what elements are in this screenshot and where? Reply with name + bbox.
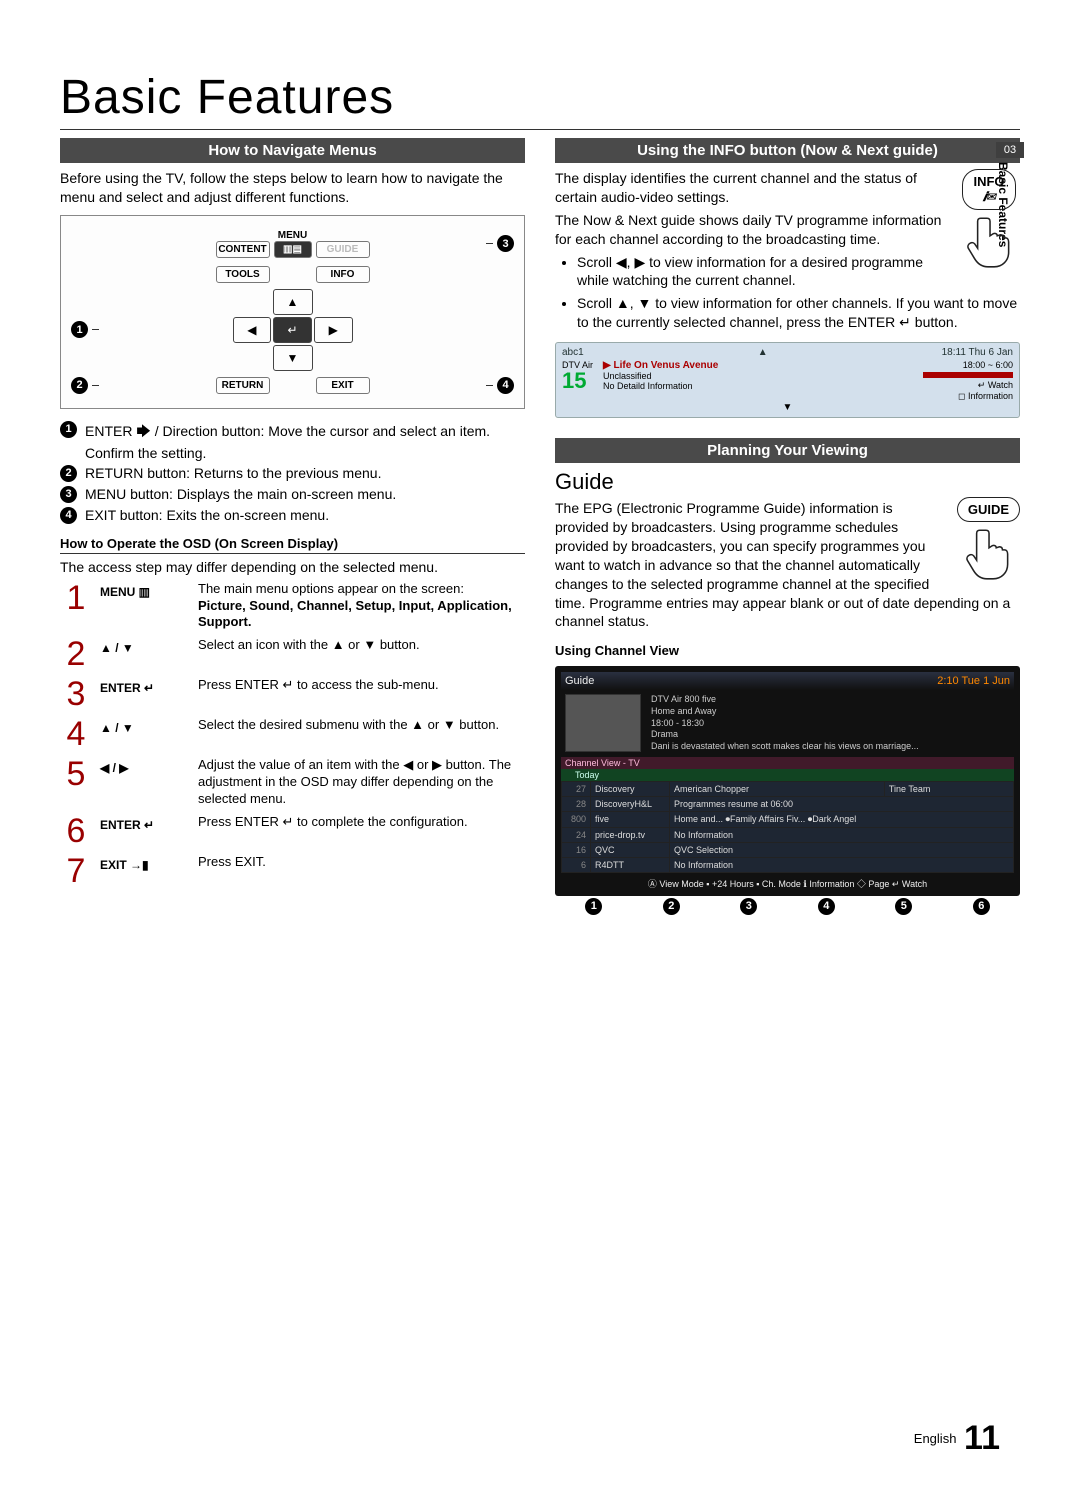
- callout-2: RETURN button: Returns to the previous m…: [85, 465, 381, 481]
- callout-3: MENU button: Displays the main on-screen…: [85, 486, 396, 502]
- gf-view-label: Channel View - TV: [561, 757, 1014, 769]
- table-row: 24price-drop.tvNo Information: [562, 827, 1014, 842]
- osd-heading: How to Operate the OSD (On Screen Displa…: [60, 536, 525, 554]
- info-badge: INFO𝒊✉: [962, 169, 1015, 210]
- hand-icon: [958, 210, 1020, 272]
- guide-figure: Guide 2:10 Tue 1 Jun DTV Air 800 five Ho…: [555, 666, 1020, 895]
- guide-paragraph: The EPG (Electronic Programme Guide) inf…: [555, 499, 1020, 631]
- osd-steps: 1MENU ▥ The main menu options appear on …: [60, 581, 525, 888]
- gf-prog-desc: Dani is devastated when scott makes clea…: [651, 741, 919, 753]
- guide-badge: GUIDE: [957, 497, 1020, 522]
- nav-intro: Before using the TV, follow the steps be…: [60, 169, 525, 207]
- callout-2-icon: 2: [71, 377, 88, 394]
- callout-4-icon: 4: [497, 377, 514, 394]
- remote-figure: MENU CONTENT ▥▤ GUIDE 3 TOOLS INFO: [60, 215, 525, 409]
- nn-programme: ▶ Life On Venus Avenue: [603, 360, 913, 371]
- info-bullet-1: Scroll ◀, ▶ to view information for a de…: [577, 253, 1020, 291]
- table-row: 16QVCQVC Selection: [562, 842, 1014, 857]
- menu-button: ▥▤: [274, 241, 312, 258]
- section-band-navigate: How to Navigate Menus: [60, 138, 525, 163]
- nn-watch: ↵ Watch: [923, 380, 1013, 391]
- dpad-down-icon: ▼: [273, 345, 313, 371]
- guide-heading: Guide: [555, 469, 1020, 495]
- info-para-2: The Now & Next guide shows daily TV prog…: [555, 211, 1020, 249]
- page-title: Basic Features: [60, 70, 1020, 125]
- tools-button: TOOLS: [216, 266, 270, 283]
- content-button: CONTENT: [216, 241, 270, 258]
- now-next-panel: abc1 ▲ 18:11 Thu 6 Jan DTV Air 15 ▶ Life…: [555, 342, 1020, 418]
- dpad-enter-icon: ↵: [273, 317, 312, 343]
- dpad-up-icon: ▲: [273, 289, 313, 315]
- table-row: 27DiscoveryAmerican ChopperTine Team: [562, 781, 1014, 796]
- callout-4: EXIT button: Exits the on-screen menu.: [85, 507, 329, 523]
- left-column: How to Navigate Menus Before using the T…: [60, 138, 525, 915]
- page-number: 11: [964, 1419, 1000, 1457]
- right-column: Using the INFO button (Now & Next guide)…: [555, 138, 1020, 915]
- page-footer: English 11: [914, 1419, 1000, 1458]
- return-button: RETURN: [216, 377, 270, 394]
- table-row: 28DiscoveryH&LProgrammes resume at 06:00: [562, 796, 1014, 811]
- preview-thumbnail: [565, 694, 641, 752]
- dpad: ▲ ◀ ↵ ▶ ▼: [233, 287, 353, 373]
- section-band-info: Using the INFO button (Now & Next guide): [555, 138, 1020, 163]
- gf-title: Guide: [565, 675, 594, 687]
- hand-icon: [957, 522, 1020, 584]
- callout-1-icon: 1: [71, 321, 88, 338]
- info-button-remote: INFO: [316, 266, 370, 283]
- info-bullets: Scroll ◀, ▶ to view information for a de…: [555, 253, 1020, 333]
- table-row: 800fiveHome and... ⏺Family Affairs Fiv..…: [562, 811, 1014, 827]
- nn-clock: 18:11 Thu 6 Jan: [942, 347, 1013, 358]
- nn-channel-number: 15: [562, 370, 593, 392]
- nn-channel-name: abc1: [562, 347, 584, 358]
- nn-detail: No Detaild Information: [603, 381, 913, 391]
- guide-callouts: 123456: [555, 898, 1020, 915]
- dpad-right-icon: ▶: [314, 317, 353, 343]
- gf-clock: 2:10 Tue 1 Jun: [937, 675, 1010, 687]
- nn-infoline: ◻ Information: [923, 391, 1013, 402]
- channel-grid: 27DiscoveryAmerican ChopperTine Team 28D…: [561, 781, 1014, 873]
- guide-button-illustration: GUIDE: [957, 497, 1020, 584]
- gf-footer: Ⓐ View Mode ▪ +24 Hours ▪ Ch. Mode ℹ Inf…: [561, 873, 1014, 890]
- osd-note: The access step may differ depending on …: [60, 558, 525, 577]
- nn-rating: Unclassified: [603, 371, 913, 381]
- table-row: 6R4DTTNo Information: [562, 857, 1014, 872]
- section-band-planning: Planning Your Viewing: [555, 438, 1020, 463]
- callout-1: ENTER 🡆 / Direction button: Move the cur…: [85, 421, 525, 461]
- gf-prog-title: DTV Air 800 five: [651, 694, 919, 706]
- dpad-left-icon: ◀: [233, 317, 272, 343]
- gf-today: Today: [561, 769, 1014, 781]
- info-bullet-2: Scroll ▲, ▼ to view information for othe…: [577, 294, 1020, 332]
- gf-prog-time: 18:00 - 18:30: [651, 718, 919, 730]
- callout-list: 1ENTER 🡆 / Direction button: Move the cu…: [60, 421, 525, 524]
- info-para-1: The display identifies the current chann…: [555, 169, 1020, 207]
- info-button-illustration: INFO𝒊✉: [958, 169, 1020, 272]
- title-rule: [60, 129, 1020, 130]
- chapter-number: 03: [996, 142, 1024, 158]
- channel-view-heading: Using Channel View: [555, 643, 1020, 660]
- exit-button: EXIT: [316, 377, 370, 394]
- nn-time: 18:00 ~ 6:00: [923, 360, 1013, 370]
- gf-prog-genre: Drama: [651, 729, 919, 741]
- menu-label: MENU: [105, 230, 480, 241]
- guide-button-remote: GUIDE: [316, 241, 370, 258]
- callout-3-icon: 3: [497, 235, 514, 252]
- gf-prog-name: Home and Away: [651, 706, 919, 718]
